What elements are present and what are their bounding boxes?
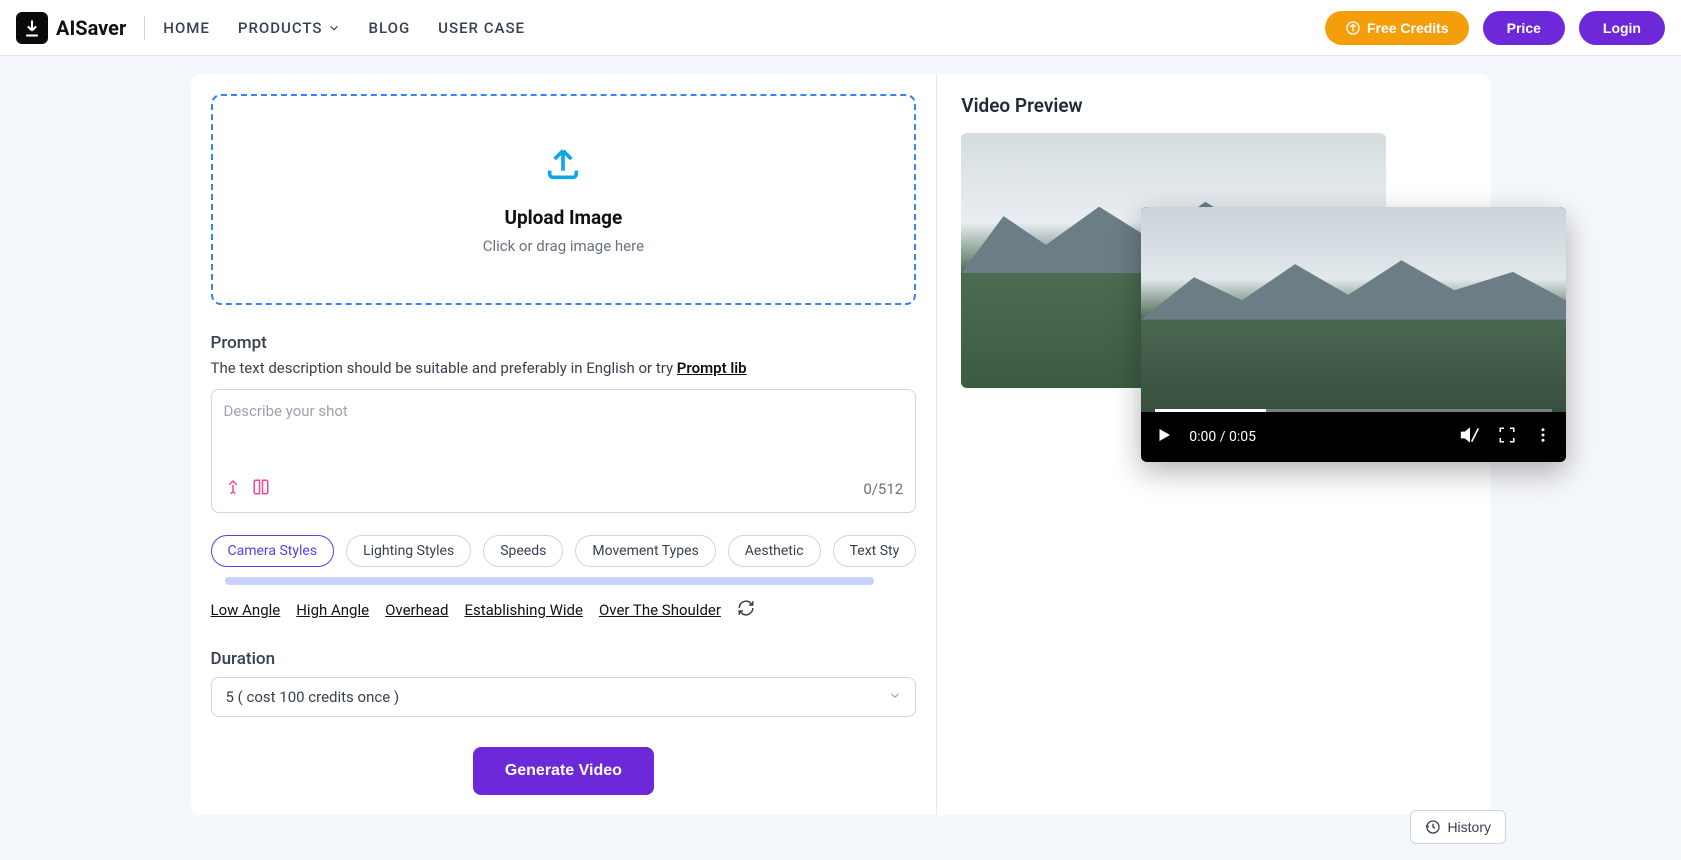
prompt-box: 0/512 (211, 389, 917, 513)
sub-overhead[interactable]: Overhead (385, 601, 448, 619)
upload-title: Upload Image (233, 206, 895, 229)
prompt-input[interactable] (224, 402, 904, 466)
more-icon[interactable] (1534, 426, 1552, 448)
style-tabs: Camera Styles Lighting Styles Speeds Mov… (211, 535, 917, 567)
credits-icon (1345, 20, 1361, 36)
nav-usercase[interactable]: USER CASE (438, 19, 525, 37)
preview-video[interactable]: 0:00 / 0:05 (1141, 207, 1566, 462)
video-controls: 0:00 / 0:05 (1141, 412, 1566, 462)
tab-speeds[interactable]: Speeds (483, 535, 563, 567)
nav-separator (144, 16, 145, 40)
free-credits-button[interactable]: Free Credits (1325, 11, 1469, 45)
brush-icon[interactable] (224, 478, 242, 500)
chevron-down-icon (327, 21, 341, 35)
prompt-hint-text: The text description should be suitable … (211, 359, 677, 377)
price-button[interactable]: Price (1483, 11, 1565, 45)
preview-panel: Video Preview 0:00 / 0:05 (937, 74, 1490, 815)
refresh-icon[interactable] (737, 599, 755, 621)
video-thumbnail (1141, 207, 1566, 412)
video-controls-right (1460, 425, 1552, 449)
header-actions: Free Credits Price Login (1325, 11, 1665, 45)
tab-text-styles[interactable]: Text Sty (833, 535, 917, 567)
nav-blog[interactable]: BLOG (369, 19, 411, 37)
history-icon (1425, 819, 1441, 835)
mute-icon[interactable] (1460, 425, 1480, 449)
free-credits-label: Free Credits (1367, 20, 1449, 36)
history-label: History (1447, 819, 1491, 835)
style-sub-options: Low Angle High Angle Overhead Establishi… (211, 599, 917, 621)
sub-establishing-wide[interactable]: Establishing Wide (464, 601, 583, 619)
prompt-tools (224, 478, 270, 500)
nav: HOME PRODUCTS BLOG USER CASE (163, 19, 525, 37)
prompt-footer: 0/512 (224, 478, 904, 500)
prompt-counter: 0/512 (863, 480, 903, 498)
mountain-graphic (1141, 258, 1566, 320)
nav-home[interactable]: HOME (163, 19, 210, 37)
duration-label: Duration (211, 649, 917, 669)
nav-products[interactable]: PRODUCTS (238, 19, 341, 37)
sub-high-angle[interactable]: High Angle (296, 601, 369, 619)
generate-video-button[interactable]: Generate Video (473, 747, 654, 795)
tabs-scrollbar[interactable] (225, 577, 874, 585)
book-icon[interactable] (252, 478, 270, 500)
tab-movement-types[interactable]: Movement Types (575, 535, 715, 567)
upload-subtitle: Click or drag image here (233, 237, 895, 255)
prompt-lib-link[interactable]: Prompt lib (677, 359, 747, 377)
login-button[interactable]: Login (1579, 11, 1665, 45)
progress-fill (1155, 409, 1266, 412)
play-icon[interactable] (1155, 426, 1173, 448)
prompt-section-title: Prompt (211, 333, 917, 353)
duration-select-wrapper: 5 ( cost 100 credits once ) (211, 677, 917, 717)
header: AISaver HOME PRODUCTS BLOG USER CASE Fre… (0, 0, 1681, 56)
fullscreen-icon[interactable] (1498, 426, 1516, 448)
nav-products-label: PRODUCTS (238, 19, 323, 37)
sub-over-shoulder[interactable]: Over The Shoulder (599, 601, 721, 619)
brand[interactable]: AISaver (16, 12, 126, 44)
brand-text: AISaver (56, 16, 126, 40)
upload-dropzone[interactable]: Upload Image Click or drag image here (211, 94, 917, 305)
prompt-hint: The text description should be suitable … (211, 359, 917, 377)
main-panel: Upload Image Click or drag image here Pr… (191, 74, 1491, 815)
preview-area: 0:00 / 0:05 (961, 133, 1466, 473)
history-button[interactable]: History (1410, 810, 1506, 844)
upload-icon (233, 144, 895, 188)
tab-camera-styles[interactable]: Camera Styles (211, 535, 335, 567)
sub-low-angle[interactable]: Low Angle (211, 601, 281, 619)
logo-icon (16, 12, 48, 44)
style-tabs-container: Camera Styles Lighting Styles Speeds Mov… (211, 535, 917, 585)
tab-aesthetic[interactable]: Aesthetic (728, 535, 821, 567)
duration-select[interactable]: 5 ( cost 100 credits once ) (211, 677, 917, 717)
tab-lighting-styles[interactable]: Lighting Styles (346, 535, 471, 567)
editor-panel: Upload Image Click or drag image here Pr… (191, 74, 938, 815)
video-progress[interactable] (1155, 409, 1552, 412)
video-time: 0:00 / 0:05 (1189, 429, 1256, 445)
preview-title: Video Preview (961, 94, 1466, 117)
